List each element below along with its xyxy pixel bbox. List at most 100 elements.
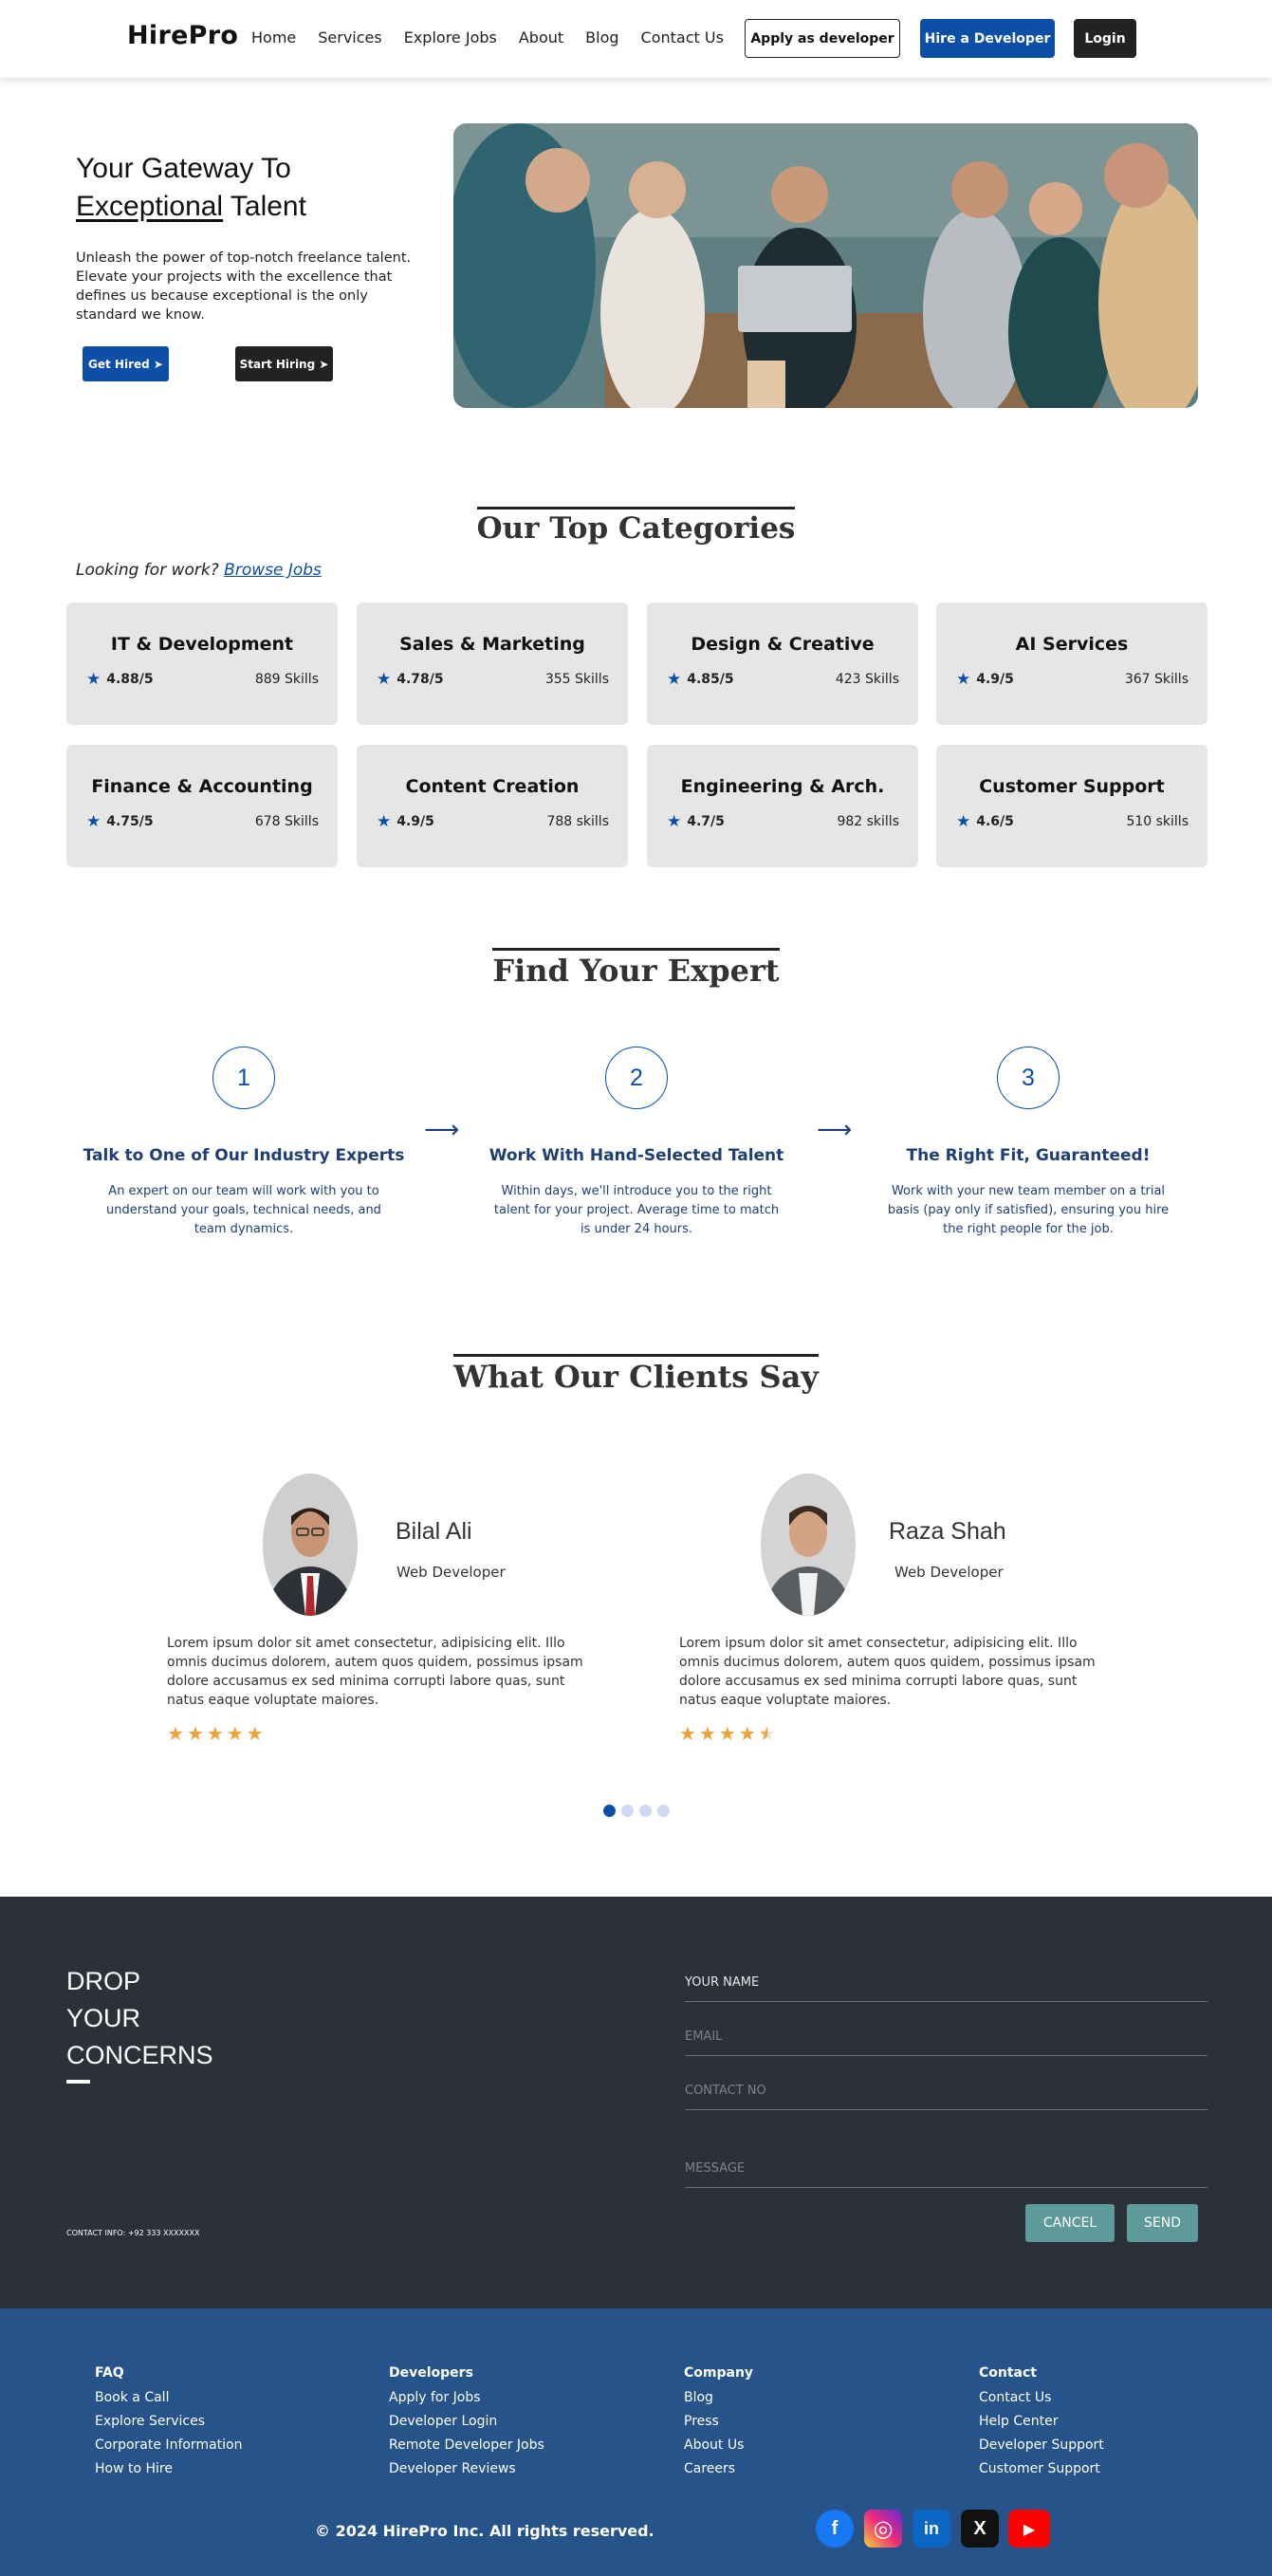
category-rating: ★ 4.78/5 [377, 672, 444, 688]
footer-link[interactable]: About Us [684, 2434, 753, 2457]
footer-link[interactable]: Developer Login [389, 2410, 544, 2434]
get-hired-button[interactable]: Get Hired ➤ [83, 346, 169, 381]
category-card-customer-support[interactable]: Customer Support ★ 4.6/5 510 skills [936, 745, 1207, 867]
footer-link[interactable]: Developer Reviews [389, 2457, 544, 2481]
looking-text: Looking for work? [76, 561, 219, 580]
page: HirePro Home Services Explore Jobs About… [0, 0, 1272, 2576]
footer-link[interactable]: Customer Support [979, 2457, 1104, 2481]
footer-heading: Contact [979, 2365, 1037, 2381]
footer-link[interactable]: Book a Call [95, 2386, 242, 2410]
star-icon: ★ [86, 812, 101, 831]
footer-link[interactable]: Corporate Information [95, 2434, 242, 2457]
footer-link[interactable]: Contact Us [979, 2386, 1104, 2410]
apply-as-developer-button[interactable]: Apply as developer [745, 19, 900, 58]
browse-jobs-link[interactable]: Browse Jobs [224, 561, 322, 580]
contact-info: CONTACT INFO: +92 333 XXXXXXX [66, 2229, 200, 2237]
copyright-text: © 2024 HirePro Inc. All rights reserved. [315, 2522, 654, 2540]
star-icon: ★ [206, 1722, 224, 1745]
footer-link[interactable]: Remote Developer Jobs [389, 2434, 544, 2457]
expert-section-title: Find Your Expert [0, 948, 1272, 989]
star-icon: ★ [698, 1722, 716, 1745]
carousel-dot-2[interactable] [621, 1805, 634, 1817]
category-card-finance-accounting[interactable]: Finance & Accounting ★ 4.75/5 678 Skills [66, 745, 338, 867]
send-button[interactable]: SEND [1127, 2204, 1198, 2242]
category-card-sales-marketing[interactable]: Sales & Marketing ★ 4.78/5 355 Skills [357, 602, 628, 725]
category-skills: 423 Skills [835, 672, 899, 687]
hero-title-emphasis: Exceptional [76, 191, 224, 222]
category-card-engineering-arch[interactable]: Engineering & Arch. ★ 4.7/5 982 skills [647, 745, 918, 867]
testimonial-role: Web Developer [396, 1564, 506, 1581]
nav-link-explore-jobs[interactable]: Explore Jobs [404, 28, 497, 46]
star-icon: ★ [167, 1722, 184, 1745]
nav-link-services[interactable]: Services [318, 28, 381, 46]
hero-title-line1: Your Gateway To [76, 153, 291, 184]
instagram-icon[interactable]: ◎ [864, 2510, 902, 2548]
carousel-dot-4[interactable] [657, 1805, 670, 1817]
testimonial-name: Raza Shah [889, 1518, 1006, 1545]
contact-no-field[interactable]: CONTACT NO [685, 2072, 1207, 2110]
step-title-3: The Right Fit, Guaranteed! [906, 1146, 1151, 1165]
category-rating: ★ 4.9/5 [377, 814, 434, 830]
star-icon: ★ [667, 812, 682, 831]
carousel-dots [603, 1805, 670, 1817]
nav-link-about[interactable]: About [519, 28, 563, 46]
cancel-button[interactable]: CANCEL [1025, 2204, 1115, 2242]
carousel-dot-1[interactable] [603, 1805, 616, 1817]
footer-link[interactable]: How to Hire [95, 2457, 242, 2481]
start-hiring-button[interactable]: Start Hiring ➤ [235, 346, 333, 381]
message-field[interactable]: MESSAGE [685, 2150, 1207, 2188]
linkedin-icon[interactable]: in [913, 2510, 950, 2548]
logo[interactable]: HirePro [127, 21, 238, 50]
nav-link-home[interactable]: Home [251, 28, 296, 46]
category-card-ai-services[interactable]: AI Services ★ 4.9/5 367 Skills [936, 602, 1207, 725]
x-icon[interactable]: X [961, 2510, 999, 2548]
rating-stars: ★ ★ ★ ★ ★ [167, 1722, 264, 1745]
field-placeholder: MESSAGE [685, 2161, 746, 2176]
category-card-it-development[interactable]: IT & Development ★ 4.88/5 889 Skills [66, 602, 338, 725]
person-icon [761, 1473, 856, 1616]
facebook-icon[interactable]: f [816, 2510, 854, 2548]
footer-link[interactable]: Press [684, 2410, 753, 2434]
star-icon: ★ [718, 1722, 736, 1745]
category-card-design-creative[interactable]: Design & Creative ★ 4.85/5 423 Skills [647, 602, 918, 725]
login-button[interactable]: Login [1074, 19, 1136, 58]
star-icon: ★ [246, 1722, 264, 1745]
rating-value: 4.75/5 [106, 814, 154, 829]
category-rating: ★ 4.88/5 [86, 672, 154, 688]
testimonial-name: Bilal Ali [396, 1518, 472, 1545]
testimonial-text: Lorem ipsum dolor sit amet consectetur, … [167, 1636, 583, 1708]
category-name: Design & Creative [691, 634, 875, 655]
hero-photo-illustration [453, 123, 1198, 408]
your-name-field[interactable]: YOUR NAME [685, 1964, 1207, 2002]
arrow-right-icon: ⟶ [817, 1116, 853, 1144]
category-skills: 510 skills [1126, 814, 1189, 829]
footer-link[interactable]: Developer Support [979, 2434, 1104, 2457]
field-placeholder: EMAIL [685, 2029, 723, 2044]
step-desc-2: Within days, we'll introduce you to the … [493, 1184, 780, 1236]
email-field[interactable]: EMAIL [685, 2018, 1207, 2056]
rating-value: 4.6/5 [976, 814, 1014, 829]
category-skills: 982 skills [837, 814, 899, 829]
category-card-content-creation[interactable]: Content Creation ★ 4.9/5 788 skills [357, 745, 628, 867]
category-skills: 367 Skills [1124, 672, 1189, 687]
youtube-icon[interactable]: ▶ [1008, 2510, 1050, 2548]
testimonial-role: Web Developer [894, 1564, 1004, 1581]
footer-heading: Company [684, 2365, 754, 2381]
nav-link-blog[interactable]: Blog [585, 28, 618, 46]
footer-link[interactable]: Blog [684, 2386, 753, 2410]
hire-developer-button[interactable]: Hire a Developer [920, 19, 1055, 58]
footer-link[interactable]: Help Center [979, 2410, 1104, 2434]
category-skills: 678 Skills [254, 814, 319, 829]
footer-link[interactable]: Careers [684, 2457, 753, 2481]
footer-link[interactable]: Explore Services [95, 2410, 242, 2434]
field-placeholder: YOUR NAME [685, 1975, 760, 1990]
footer-link[interactable]: Apply for Jobs [389, 2386, 544, 2410]
nav-link-contact[interactable]: Contact Us [641, 28, 724, 46]
category-name: Content Creation [405, 776, 580, 797]
star-icon: ★ [186, 1722, 204, 1745]
testimonial-text: Lorem ipsum dolor sit amet consectetur, … [679, 1636, 1096, 1708]
star-icon: ★ [667, 670, 682, 689]
carousel-dot-3[interactable] [639, 1805, 652, 1817]
rating-value: 4.9/5 [396, 814, 434, 829]
star-icon: ★ [738, 1722, 756, 1745]
